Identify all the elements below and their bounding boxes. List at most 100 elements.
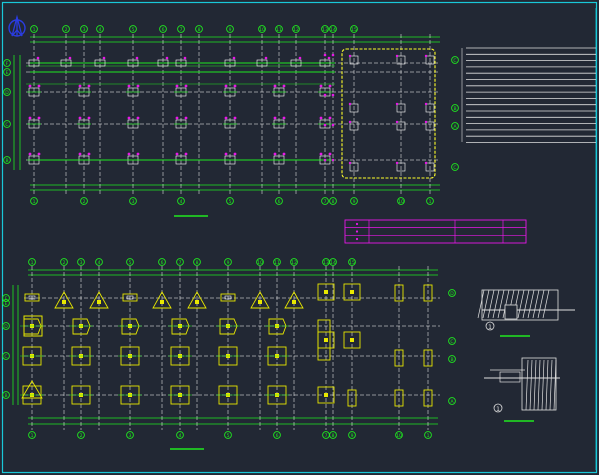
rebar-dot [184,84,188,88]
rebar-dot [328,84,332,88]
axis-bubble-label: 8 [196,260,199,266]
axis-bubble-label: B [450,357,453,363]
axis-bubble-top: 3 [80,25,88,33]
table-frame [344,219,527,244]
axis-bubble-left: F [3,59,11,67]
axis-bubble-label: D [450,291,454,297]
axis-bubble-label: 6 [278,199,281,205]
axis-bubble-right: C [451,56,459,64]
axis-bubble-bottom: 2 [80,197,88,205]
rebar-dot [323,93,327,97]
rebar-dot [78,116,82,120]
rebar-dot [328,116,332,120]
axis-bubble-label: 11 [276,27,282,33]
rebar-dot [233,152,237,156]
hatch-line [533,359,537,411]
axis-bubble-label: 9 [351,433,354,439]
axis-bubble-top: 13 [321,25,329,33]
axis-bubble-label: B [453,106,456,112]
axis-bubble-label: 1 [429,199,432,205]
rebar-dot [298,56,302,60]
column-marker [424,161,435,172]
axis-bubble-top: 9 [224,258,232,266]
axis-bubble-bottom: 9 [348,431,356,439]
rebar-dot [273,116,277,120]
axis-bubble-bottom: 3 [129,197,137,205]
axis-bubble-label: 4 [180,199,183,205]
notes-lines [461,47,596,143]
rebar-dot [424,102,428,106]
column-stub [350,290,354,294]
rebar-dot [37,84,41,88]
axis-bubble-top: 14 [329,25,337,33]
column-stub [324,290,328,294]
hatch-line [482,289,490,319]
axis-bubble-bottom: 3 [126,431,134,439]
axis-bubble-label: 9 [227,260,230,266]
axis-bubble-bottom: 10 [397,197,405,205]
axis-bubble-right: B [451,104,459,112]
axis-bubble-top: 10 [256,258,264,266]
rebar-dot [328,152,332,156]
axis-bubble-left: E [3,68,11,76]
rebar-dot [331,53,335,57]
hatch-line [537,289,545,319]
detail-sections: 11 [477,289,575,422]
axis-bubble-top: 8 [193,258,201,266]
axis-bubble-left: B [3,156,11,164]
rebar-dot [37,152,41,156]
axis-bubble-label: 7 [180,27,183,33]
axis-bubble-bottom: 1 [424,431,432,439]
column-marker [424,120,435,131]
rebar-dot [28,84,32,88]
axis-bubble-top: 14 [329,258,337,266]
hatch-line [497,289,505,319]
axis-bubble-label: E [6,70,9,76]
axis-bubble-label: F [6,61,9,67]
axis-bubble-label: 3 [80,260,83,266]
axis-bubble-label: 3 [83,27,86,33]
axis-bubble-label: 10 [398,199,404,205]
column-marker [348,120,359,131]
rebar-dot [395,120,399,124]
axis-bubble-top: 10 [258,25,266,33]
column-stub [160,300,164,304]
axis-bubble-label: 8 [332,199,335,205]
rebar-dot [264,56,268,60]
axis-bubble-top: 13 [322,258,330,266]
rebar-dot [319,152,323,156]
axis-bubble-label: 14 [330,27,336,33]
axis-bubble-label: 1 [33,27,36,33]
column-marker [395,120,406,131]
axis-bubble-top: 5 [129,25,137,33]
axis-bubble-label: 15 [349,260,355,266]
axis-bubble-top: 5 [126,258,134,266]
axis-bubble-top: 2 [60,258,68,266]
column-stub [258,300,262,304]
hatch-line [477,289,485,319]
axis-bubble-label: D [4,324,8,330]
axis-bubble-label: 10 [257,260,263,266]
rebar-dot [127,116,131,120]
rebar-dot [424,54,428,58]
axis-bubble-label: B [5,158,8,164]
axis-bubble-bottom: 7 [322,431,330,439]
axis-bubble-top: 4 [96,25,104,33]
column-marker [424,54,435,65]
rebar-dot [28,116,32,120]
rebar-dot [233,116,237,120]
rebar-dot [87,116,91,120]
axis-bubble-bottom: 1 [426,197,434,205]
axis-bubble-left: D [3,88,11,96]
axis-bubble-top: 7 [176,258,184,266]
column-stub [324,338,328,342]
axis-bubble-label: 4 [179,433,182,439]
hatch-line [529,359,533,411]
axis-bubble-label: 2 [80,433,83,439]
axis-bubble-right: A [448,397,456,405]
hatch-line [541,359,545,411]
rebar-dot [184,116,188,120]
axis-bubble-top: 12 [290,258,298,266]
axis-bubble-label: 1 [427,433,430,439]
axis-bubble-bottom: 8 [329,197,337,205]
